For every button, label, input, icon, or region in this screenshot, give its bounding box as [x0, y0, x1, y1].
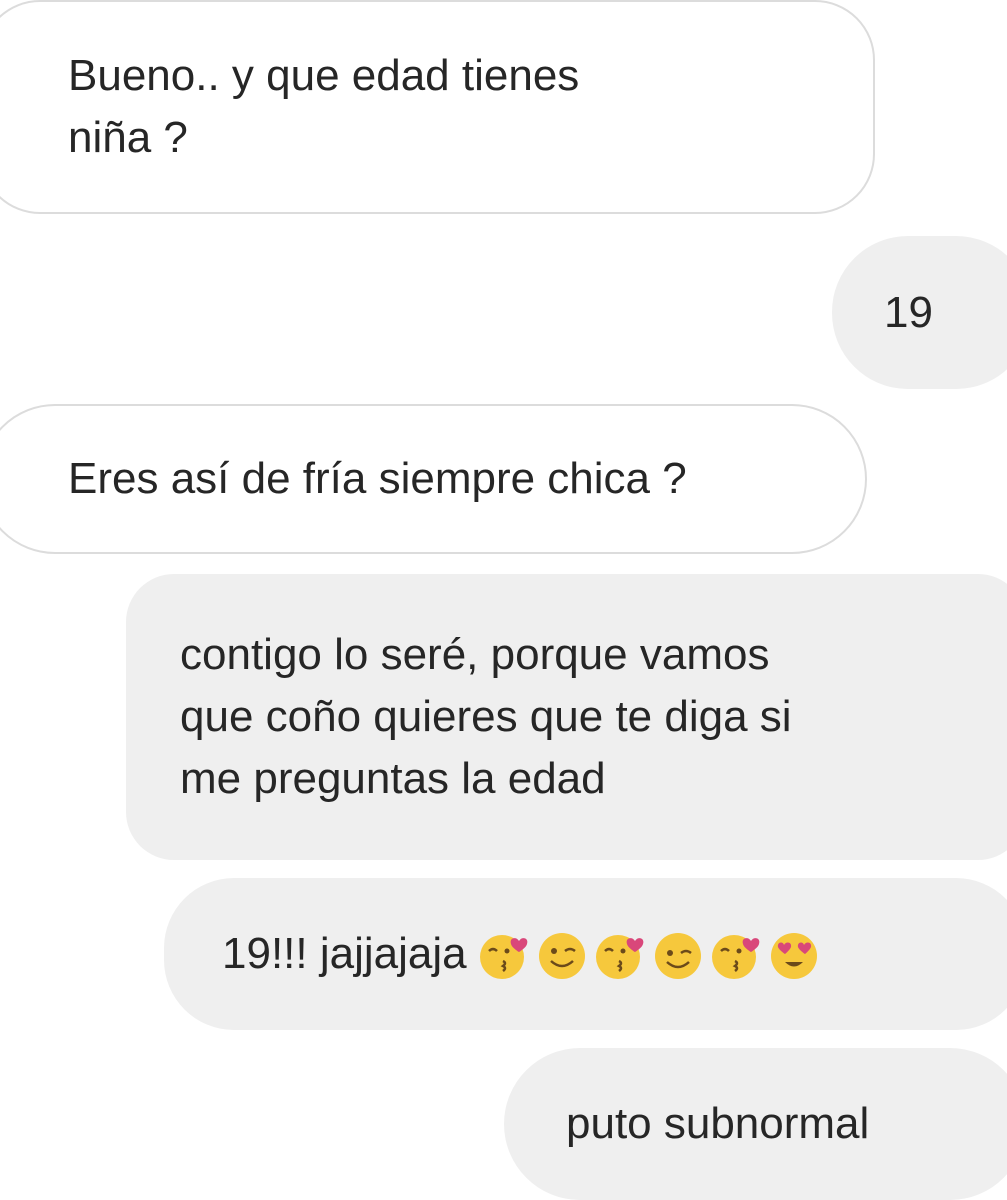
message-text: 19	[884, 287, 933, 337]
message-bubble-received[interactable]: Eres así de fría siempre chica ?	[0, 404, 867, 554]
winking-emoji	[538, 933, 585, 979]
kissing-heart-emoji	[595, 935, 643, 979]
message-text: 19!!! jajjajaja	[222, 929, 467, 978]
message-bubble-received[interactable]: Bueno.. y que edad tienes niña ?	[0, 0, 875, 214]
kissing-heart-emoji	[711, 935, 759, 979]
message-text: contigo lo seré, porque vamos que coño q…	[180, 630, 792, 803]
heart-eyes-emoji	[770, 933, 817, 979]
emoji-row	[477, 927, 821, 981]
message-bubble-sent[interactable]: 19!!! jajjajaja	[164, 878, 1007, 1030]
message-text: puto subnormal	[566, 1099, 870, 1148]
message-bubble-sent[interactable]: contigo lo seré, porque vamos que coño q…	[126, 574, 1007, 860]
message-text: Eres así de fría siempre chica ?	[68, 454, 687, 503]
message-bubble-sent[interactable]: 19	[832, 236, 1007, 389]
message-bubble-sent[interactable]: puto subnormal	[504, 1048, 1007, 1200]
kissing-heart-emoji	[479, 935, 527, 979]
message-text: Bueno.. y que edad tienes niña ?	[68, 51, 580, 162]
winking-emoji	[654, 933, 701, 979]
